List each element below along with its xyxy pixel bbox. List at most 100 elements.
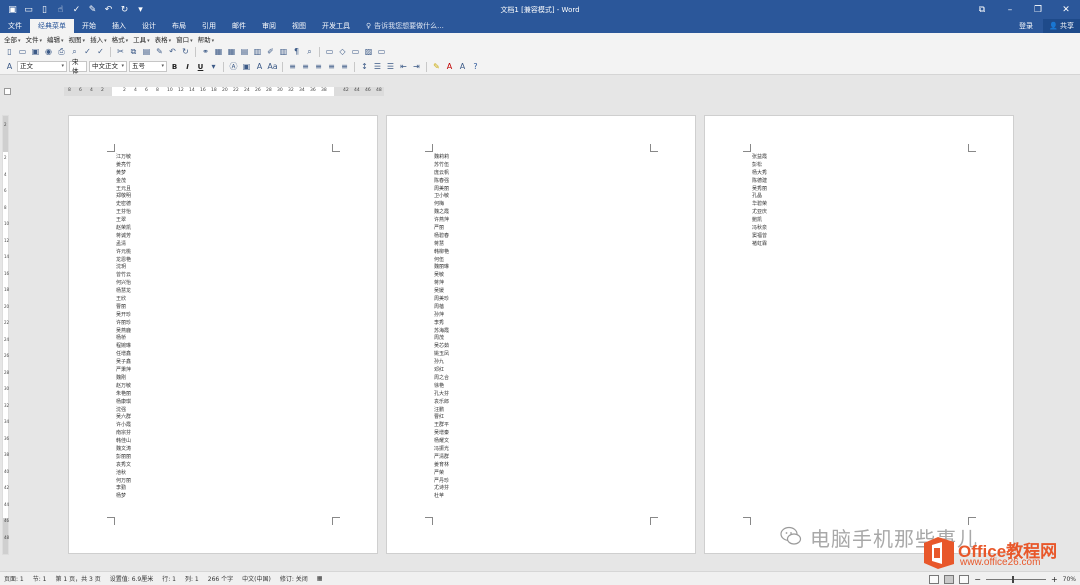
tab-layout[interactable]: 布局 bbox=[164, 19, 194, 33]
share-button[interactable]: 👤 共享 bbox=[1043, 19, 1080, 33]
undo-icon[interactable]: ↶ bbox=[167, 46, 178, 57]
menu-format[interactable]: 格式▾ bbox=[112, 34, 134, 44]
menu-insert[interactable]: 插入▾ bbox=[90, 34, 112, 44]
show-hide-icon[interactable]: ¶ bbox=[291, 46, 302, 57]
char-border-icon[interactable]: Ⓐ bbox=[228, 61, 239, 72]
horizontal-ruler[interactable]: 8 6 4 2 2 4 6 8 10 12 14 16 18 20 22 24 26 28 30 32 34 36 38 42… bbox=[64, 87, 384, 96]
spelling-icon[interactable]: ✓ bbox=[70, 3, 83, 16]
menu-edit[interactable]: 编辑▾ bbox=[47, 34, 69, 44]
touch-mode-icon[interactable]: ☝ bbox=[54, 3, 67, 16]
menu-tools[interactable]: 工具▾ bbox=[133, 34, 155, 44]
menu-view[interactable]: 视图▾ bbox=[69, 34, 91, 44]
align-center-icon[interactable]: ≡ bbox=[300, 61, 311, 72]
increase-indent-icon[interactable]: ⇥ bbox=[411, 61, 422, 72]
status-language[interactable]: 中文(中国) bbox=[242, 574, 271, 583]
status-word-count[interactable]: 266 个字 bbox=[208, 574, 233, 583]
textbox-icon[interactable]: ▭ bbox=[350, 46, 361, 57]
status-position[interactable]: 设置值: 6.9厘米 bbox=[110, 574, 153, 583]
vertical-ruler[interactable]: 2 2 4 6 8 10 12 14 16 18 20 22 24 26 28 30 32 34 36 38 40 42 4… bbox=[2, 115, 9, 555]
restore-icon[interactable]: ❐ bbox=[1024, 0, 1052, 19]
font-select[interactable]: 宋体 bbox=[69, 58, 87, 75]
decrease-indent-icon[interactable]: ⇤ bbox=[398, 61, 409, 72]
undo-icon[interactable]: ↶ bbox=[102, 3, 115, 16]
new-doc-icon[interactable]: ▯ bbox=[4, 46, 15, 57]
close-icon[interactable]: ✕ bbox=[1052, 0, 1080, 19]
read-mode-icon[interactable]: ▭ bbox=[324, 46, 335, 57]
insert-excel-icon[interactable]: ▤ bbox=[239, 46, 250, 57]
status-column[interactable]: 列: 1 bbox=[185, 574, 199, 583]
document-area[interactable]: 江万敏 姜亮竹 黄梦 金茂 王元且 郑敬明 史密德 王芬怡 王翠 赵荣凯 蒋诚芳 孟清 许元桃 龙恩艳 沈玥… bbox=[12, 97, 1080, 571]
copy-icon[interactable]: ⧉ bbox=[128, 46, 139, 57]
hyperlink-icon[interactable]: ⚭ bbox=[200, 46, 211, 57]
read-mode-view-icon[interactable] bbox=[929, 574, 940, 584]
tab-home[interactable]: 开始 bbox=[74, 19, 104, 33]
help-icon[interactable]: ? bbox=[470, 61, 481, 72]
tab-insert[interactable]: 插入 bbox=[104, 19, 134, 33]
save-icon[interactable]: ▣ bbox=[30, 46, 41, 57]
research-icon[interactable]: ✓ bbox=[95, 46, 106, 57]
insert-table-icon[interactable]: ▦ bbox=[226, 46, 237, 57]
underline-button[interactable]: U bbox=[195, 61, 206, 72]
tables-borders-icon[interactable]: ▦ bbox=[213, 46, 224, 57]
menu-all[interactable]: 全部▾ bbox=[4, 34, 26, 44]
picture-icon[interactable]: ▨ bbox=[363, 46, 374, 57]
open-folder-icon[interactable]: ▭ bbox=[17, 46, 28, 57]
font-ea-select[interactable]: 中文正文 ▾ bbox=[89, 61, 127, 72]
italic-button[interactable]: I bbox=[182, 61, 193, 72]
zoom-out-icon[interactable]: − bbox=[974, 575, 981, 584]
page-2[interactable]: 魏莉莉 苏竹伍 庞云帆 陈春强 周美丽 卫小敏 何梅 魏之霞 许燕萍 严丽 杨碧春 蒋慧 韩柳艳 何伍 魏丽… bbox=[386, 115, 696, 554]
shapes-icon[interactable]: ◇ bbox=[337, 46, 348, 57]
change-case-icon[interactable]: Aa bbox=[267, 61, 278, 72]
save-icon[interactable]: ▣ bbox=[6, 3, 19, 16]
tab-design[interactable]: 设计 bbox=[134, 19, 164, 33]
tab-review[interactable]: 审阅 bbox=[254, 19, 284, 33]
redo-icon[interactable]: ↻ bbox=[118, 3, 131, 16]
numbering-icon[interactable]: ☰ bbox=[372, 61, 383, 72]
text-effects-icon[interactable]: A bbox=[457, 61, 468, 72]
minimize-icon[interactable]: – bbox=[996, 0, 1024, 19]
cut-icon[interactable]: ✂ bbox=[115, 46, 126, 57]
print-icon[interactable]: ⎙ bbox=[56, 46, 67, 57]
redo-icon[interactable]: ↻ bbox=[180, 46, 191, 57]
styles-icon[interactable]: A bbox=[4, 61, 15, 72]
menu-window[interactable]: 窗口▾ bbox=[176, 34, 198, 44]
comment-icon[interactable]: ▭ bbox=[376, 46, 387, 57]
menu-file[interactable]: 文件▾ bbox=[26, 34, 48, 44]
font-color-icon[interactable]: A bbox=[444, 61, 455, 72]
customize-qat-icon[interactable]: ▾ bbox=[134, 3, 147, 16]
tab-view[interactable]: 视图 bbox=[284, 19, 314, 33]
permission-icon[interactable]: ◉ bbox=[43, 46, 54, 57]
web-layout-view-icon[interactable] bbox=[959, 574, 970, 584]
justify-icon[interactable]: ≡ bbox=[326, 61, 337, 72]
style-select[interactable]: 正文 ▾ bbox=[17, 61, 67, 72]
page-3[interactable]: 张益霞 彭松 杨大秀 陈德建 吴秀丽 孔晶 华碧荣 尤亚庆 鲍凯 冯秋泉 窦福曾 褚虹霖 bbox=[704, 115, 1014, 554]
sign-in-link[interactable]: 登录 bbox=[1009, 21, 1043, 31]
menu-help[interactable]: 帮助▾ bbox=[198, 34, 220, 44]
status-page[interactable]: 页面: 1 bbox=[4, 574, 24, 583]
zoom-level[interactable]: 70% bbox=[1063, 576, 1076, 583]
zoom-icon[interactable]: ⌕ bbox=[304, 46, 315, 57]
format-painter-icon[interactable]: ✎ bbox=[86, 3, 99, 16]
status-line[interactable]: 行: 1 bbox=[162, 574, 176, 583]
document-map-icon[interactable]: ▥ bbox=[278, 46, 289, 57]
align-left-icon[interactable]: ≡ bbox=[287, 61, 298, 72]
highlight-icon[interactable]: ✎ bbox=[431, 61, 442, 72]
tab-developer[interactable]: 开发工具 bbox=[314, 19, 358, 33]
status-section[interactable]: 节: 1 bbox=[33, 574, 47, 583]
print-layout-view-icon[interactable] bbox=[944, 574, 955, 584]
bullets-icon[interactable]: ☰ bbox=[385, 61, 396, 72]
zoom-in-icon[interactable]: + bbox=[1051, 575, 1058, 584]
page-text[interactable]: 魏莉莉 苏竹伍 庞云帆 陈春强 周美丽 卫小敏 何梅 魏之霞 许燕萍 严丽 杨碧春 蒋慧 韩柳艳 何伍 魏丽… bbox=[434, 154, 449, 501]
page-text[interactable]: 江万敏 姜亮竹 黄梦 金茂 王元且 郑敬明 史密德 王芬怡 王翠 赵荣凯 蒋诚芳 孟清 许元桃 龙恩艳 沈玥… bbox=[116, 154, 131, 501]
status-page-count[interactable]: 第 1 页，共 3 页 bbox=[56, 574, 101, 583]
tab-file[interactable]: 文件 bbox=[0, 19, 30, 33]
new-icon[interactable]: ▯ bbox=[38, 3, 51, 16]
bold-button[interactable]: B bbox=[169, 61, 180, 72]
ribbon-display-icon[interactable]: ⧉ bbox=[968, 0, 996, 19]
page-1[interactable]: 江万敏 姜亮竹 黄梦 金茂 王元且 郑敬明 史密德 王芬怡 王翠 赵荣凯 蒋诚芳 孟清 许元桃 龙恩艳 沈玥… bbox=[68, 115, 378, 554]
page-text[interactable]: 张益霞 彭松 杨大秀 陈德建 吴秀丽 孔晶 华碧荣 尤亚庆 鲍凯 冯秋泉 窦福曾 褚虹霖 bbox=[752, 154, 767, 249]
macro-record-icon[interactable]: ▦ bbox=[317, 575, 323, 582]
line-spacing-icon[interactable]: ↕ bbox=[359, 61, 370, 72]
spelling-icon[interactable]: ✓ bbox=[82, 46, 93, 57]
paste-icon[interactable]: ▤ bbox=[141, 46, 152, 57]
